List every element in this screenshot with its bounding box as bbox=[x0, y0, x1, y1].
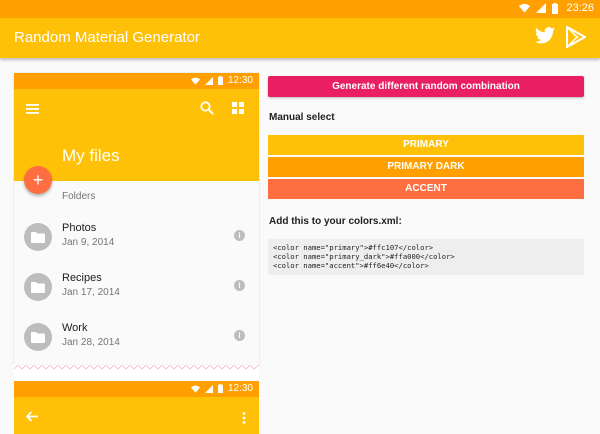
preview-status-time: 12:30 bbox=[227, 75, 253, 86]
folder-icon bbox=[24, 273, 52, 301]
battery-icon bbox=[218, 384, 223, 393]
preview-status-bar: 12:30 bbox=[14, 381, 259, 397]
signal-icon bbox=[204, 76, 213, 85]
wifi-icon bbox=[190, 385, 200, 393]
app-title: Random Material Generator bbox=[14, 29, 200, 46]
file-name: Work bbox=[62, 322, 88, 334]
more-vert-icon[interactable] bbox=[242, 412, 246, 424]
file-date: Jan 17, 2014 bbox=[62, 287, 120, 298]
grid-view-icon[interactable] bbox=[232, 102, 244, 114]
code-line: <color name="primary_dark">#ffa000</colo… bbox=[273, 252, 455, 261]
signal-icon bbox=[204, 384, 213, 393]
info-icon[interactable]: i bbox=[234, 230, 245, 241]
file-name: Photos bbox=[62, 222, 97, 234]
folder-icon bbox=[24, 223, 52, 251]
google-play-icon[interactable] bbox=[566, 26, 586, 48]
code-line: <color name="accent">#ff6e40</color> bbox=[273, 261, 429, 270]
primary-dark-color-button[interactable]: PRIMARY DARK bbox=[268, 157, 584, 177]
info-icon[interactable]: i bbox=[234, 330, 245, 341]
file-date: Jan 9, 2014 bbox=[62, 237, 115, 248]
torn-edge-divider bbox=[14, 365, 259, 381]
list-item[interactable]: Work Jan 28, 2014 i bbox=[14, 314, 259, 364]
search-icon[interactable] bbox=[200, 101, 214, 115]
wifi-icon bbox=[190, 77, 200, 85]
status-time: 23:26 bbox=[566, 2, 594, 14]
preview-header: My files bbox=[14, 89, 259, 181]
battery-icon bbox=[552, 2, 559, 14]
back-arrow-icon[interactable] bbox=[26, 411, 38, 422]
add-fab-button[interactable]: + bbox=[24, 166, 52, 194]
accent-color-button[interactable]: ACCENT bbox=[268, 179, 584, 199]
colors-xml-label: Add this to your colors.xml: bbox=[269, 216, 402, 227]
info-icon[interactable]: i bbox=[234, 280, 245, 291]
file-date: Jan 28, 2014 bbox=[62, 337, 120, 348]
wifi-icon bbox=[519, 3, 531, 13]
menu-icon[interactable] bbox=[26, 104, 39, 114]
battery-icon bbox=[218, 76, 223, 85]
app-bar: Random Material Generator bbox=[0, 18, 600, 58]
list-item[interactable]: Recipes Jan 17, 2014 i bbox=[14, 264, 259, 314]
primary-color-button[interactable]: PRIMARY bbox=[268, 135, 584, 155]
preview-status-bar: 12:30 bbox=[14, 73, 259, 89]
colors-xml-code-block: <color name="primary">#ffc107</color> <co… bbox=[268, 239, 584, 275]
list-item[interactable]: Photos Jan 9, 2014 i bbox=[14, 214, 259, 264]
folders-section-label: Folders bbox=[62, 191, 96, 202]
phone-preview-detail: 12:30 bbox=[14, 381, 259, 434]
system-status-bar: 23:26 bbox=[0, 0, 600, 18]
preview-title: My files bbox=[62, 146, 120, 165]
preview-status-time: 12:30 bbox=[227, 383, 253, 394]
file-name: Recipes bbox=[62, 272, 102, 284]
signal-icon bbox=[536, 3, 547, 13]
generate-random-button[interactable]: Generate different random combination bbox=[268, 76, 584, 97]
folder-icon bbox=[24, 323, 52, 351]
twitter-icon[interactable] bbox=[534, 26, 556, 46]
phone-preview: 12:30 My files + Folders Photos Jan 9, 2… bbox=[14, 73, 259, 365]
code-line: <color name="primary">#ffc107</color> bbox=[273, 243, 434, 252]
manual-select-label: Manual select bbox=[269, 112, 335, 123]
